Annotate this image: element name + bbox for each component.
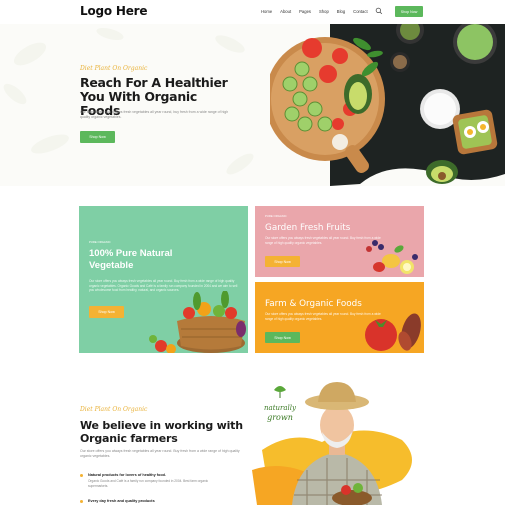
card-shop-button[interactable]: Shop Now — [89, 306, 124, 318]
hero-section: Diet Plant On Organic Reach For A Health… — [0, 24, 505, 186]
feature-title: Natural products for lovers of healthy f… — [88, 473, 167, 477]
nav-blog[interactable]: Blog — [337, 9, 345, 14]
card-title: Garden Fresh Fruits — [265, 223, 351, 233]
logo[interactable]: Logo Here — [80, 4, 148, 18]
farmer-image: naturally grown — [252, 382, 412, 505]
nav-shop[interactable]: Shop — [319, 9, 329, 14]
feature-item: Every day fresh and quality products — [80, 499, 155, 503]
feature-item: Natural products for lovers of healthy f… — [80, 473, 228, 488]
about-title: We believe in working with Organic farme… — [80, 419, 243, 445]
card-farm-organic: Farm & Organic Foods Our store offers yo… — [255, 282, 424, 353]
naturally-grown-badge: naturally grown — [264, 386, 297, 422]
hero-tag: Diet Plant On Organic — [80, 65, 148, 72]
feature-title: Every day fresh and quality products — [88, 499, 155, 503]
nav-contact[interactable]: Contact — [353, 9, 367, 14]
hero-description: Our store offers you always fresh vegeta… — [80, 110, 229, 119]
farm-vegetables-image — [365, 313, 421, 351]
search-icon[interactable] — [375, 7, 383, 15]
card-natural-vegetable: PURE ORGANIC 100% Pure Natural Vegetable… — [79, 206, 248, 353]
svg-text:naturally: naturally — [264, 404, 297, 412]
card-title: Farm & Organic Foods — [265, 299, 362, 309]
card-title: 100% Pure Natural Vegetable — [89, 248, 173, 271]
site-header: Logo Here Home About Pages Shop Blog Con… — [0, 0, 505, 24]
card-shop-button[interactable]: Shop Now — [265, 332, 300, 343]
feature-description: Organic Goods and Café is a family run c… — [88, 479, 209, 488]
bullet-icon — [80, 500, 83, 503]
nav-about[interactable]: About — [280, 9, 291, 14]
card-garden-fruits: PURE ORGANIC Garden Fresh Fruits Our sto… — [255, 206, 424, 277]
main-nav: Home About Pages Shop Blog Contact — [261, 9, 376, 14]
card-tag: PURE ORGANIC — [89, 240, 111, 244]
card-tag: PURE ORGANIC — [265, 214, 287, 218]
vegetable-basket-image — [149, 291, 246, 353]
fruits-image — [366, 240, 418, 274]
about-tag: Diet Plant On Organic — [80, 406, 148, 413]
nav-home[interactable]: Home — [261, 9, 272, 14]
hero-food-image — [270, 24, 505, 186]
bullet-icon — [80, 474, 83, 477]
header-shop-button[interactable]: Shop Now — [395, 6, 423, 17]
hero-shop-button[interactable]: Shop Now — [80, 131, 115, 143]
card-shop-button[interactable]: Shop Now — [265, 256, 300, 267]
nav-pages[interactable]: Pages — [299, 9, 311, 14]
svg-text:grown: grown — [267, 413, 293, 422]
about-description: Our store offers you always fresh vegeta… — [80, 449, 240, 458]
